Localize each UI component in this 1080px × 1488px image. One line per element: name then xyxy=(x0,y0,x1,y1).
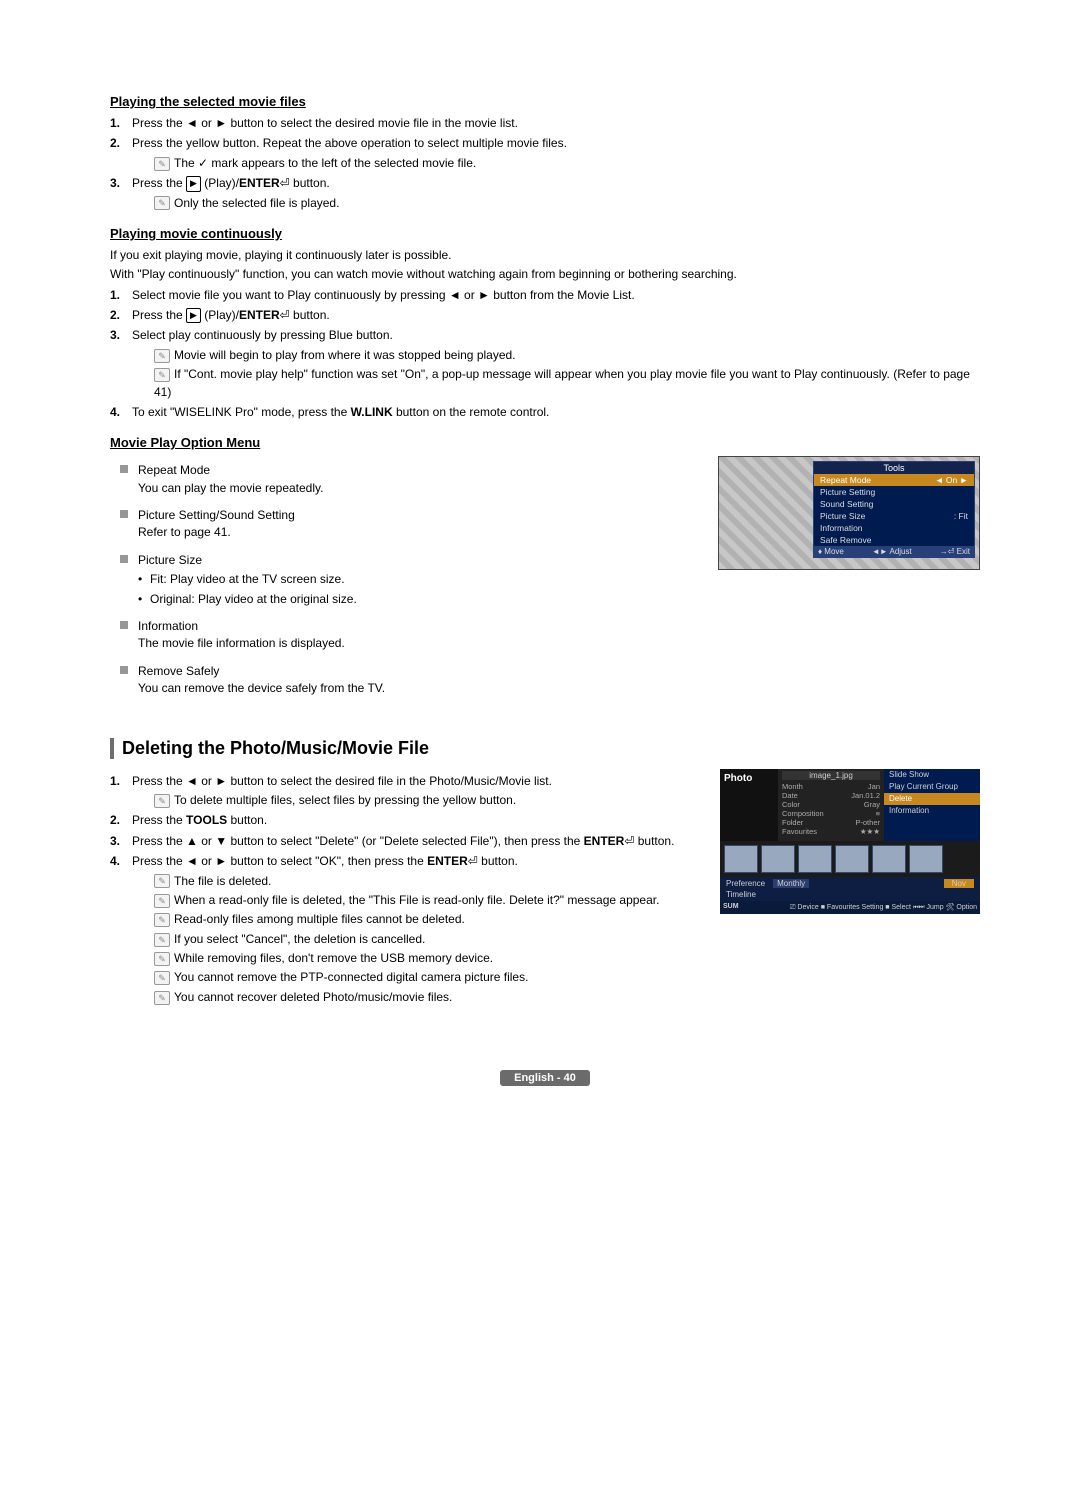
list-continuous: 1.Select movie file you want to Play con… xyxy=(110,287,980,422)
s4-note3: If you select "Cancel", the deletion is … xyxy=(174,932,425,946)
tools-foot-exit: →⏎ Exit xyxy=(940,547,970,556)
note-icon: ✎ xyxy=(154,913,170,927)
note-icon: ✎ xyxy=(154,368,170,382)
s1-sub2: The ✓ mark appears to the left of the se… xyxy=(174,156,476,170)
opt-picset-h: Picture Setting/Sound Setting xyxy=(138,508,295,522)
s4-note0: The file is deleted. xyxy=(174,874,271,888)
tools-foot-adjust: ◄► Adjust xyxy=(872,547,912,556)
opt-picsize-h: Picture Size xyxy=(138,553,202,567)
opt-remove-h: Remove Safely xyxy=(138,664,219,678)
s2-step3: Select play continuously by pressing Blu… xyxy=(132,328,393,342)
menu-playgroup: Play Current Group xyxy=(884,781,980,793)
s4-note4: While removing files, don't remove the U… xyxy=(174,951,493,965)
note-icon: ✎ xyxy=(154,894,170,908)
s1-step3: Press the ▶ (Play)/ENTER⏎ button. xyxy=(132,176,330,190)
tools-row-safe: Safe Remove xyxy=(820,535,872,545)
note-icon: ✎ xyxy=(154,157,170,171)
opt-picsize-orig: Original: Play video at the original siz… xyxy=(138,591,702,608)
photo-side-label: Photo xyxy=(720,769,778,841)
s2-intro1: If you exit playing movie, playing it co… xyxy=(110,247,980,264)
s2-sub3a: Movie will begin to play from where it w… xyxy=(174,348,516,362)
s4-step4: Press the ◄ or ► button to select "OK", … xyxy=(132,854,518,868)
option-menu-list: Repeat Mode You can play the movie repea… xyxy=(110,462,702,697)
tools-row-info: Information xyxy=(820,523,863,533)
s1-step1: Press the ◄ or ► button to select the de… xyxy=(132,116,518,130)
s1-sub3: Only the selected file is played. xyxy=(174,196,339,210)
note-icon: ✎ xyxy=(154,794,170,808)
photo-browser-screenshot: Photo image_1.jpg MonthJan DateJan.01.2 … xyxy=(720,769,980,914)
heading-playing-continuously: Playing movie continuously xyxy=(110,226,980,241)
opt-info-d: The movie file information is displayed. xyxy=(138,636,345,650)
s1-step2: Press the yellow button. Repeat the abov… xyxy=(132,136,567,150)
s4-sub1: To delete multiple files, select files b… xyxy=(174,793,516,807)
s2-step4: To exit "WISELINK Pro" mode, press the W… xyxy=(132,405,549,419)
photo-foot-hints: ⎚ Device ■ Favourites Setting ■ Select ⏮… xyxy=(790,903,977,912)
photo-context-menu: Slide Show Play Current Group Delete Inf… xyxy=(884,769,980,841)
photo-tabs2: Timeline xyxy=(720,890,980,901)
opt-picset-d: Refer to page 41. xyxy=(138,525,231,539)
note-icon: ✎ xyxy=(154,952,170,966)
list-deleting: 1.Press the ◄ or ► button to select the … xyxy=(110,773,704,1007)
opt-remove-d: You can remove the device safely from th… xyxy=(138,681,385,695)
tools-row-picset: Picture Setting xyxy=(820,487,875,497)
s4-step3: Press the ▲ or ▼ button to select "Delet… xyxy=(132,834,674,848)
s4-note2: Read-only files among multiple files can… xyxy=(174,912,465,926)
photo-thumbnails xyxy=(720,841,980,877)
s2-step2: Press the ▶ (Play)/ENTER⏎ button. xyxy=(132,308,330,322)
heading-deleting: Deleting the Photo/Music/Movie File xyxy=(110,738,980,759)
note-icon: ✎ xyxy=(154,874,170,888)
menu-delete: Delete xyxy=(884,793,980,805)
tools-foot-move: ♦ Move xyxy=(818,547,844,556)
photo-tabs: Preference Monthly Nov xyxy=(720,877,980,890)
play-icon: ▶ xyxy=(186,308,201,323)
note-icon: ✎ xyxy=(154,933,170,947)
note-icon: ✎ xyxy=(154,349,170,363)
tools-row-picsize: Picture Size xyxy=(820,511,865,521)
photo-sum: SUM xyxy=(723,903,739,912)
s2-sub3b: If "Cont. movie play help" function was … xyxy=(154,367,970,398)
tools-row-repeat: Repeat Mode xyxy=(820,475,871,485)
s4-note5: You cannot remove the PTP-connected digi… xyxy=(174,970,528,984)
s4-note1: When a read-only file is deleted, the "T… xyxy=(174,893,659,907)
tools-row-soundset: Sound Setting xyxy=(820,499,873,509)
opt-info-h: Information xyxy=(138,619,198,633)
page-footer: English - 40 xyxy=(110,1070,980,1086)
s4-step1: Press the ◄ or ► button to select the de… xyxy=(132,774,552,788)
heading-option-menu: Movie Play Option Menu xyxy=(110,435,980,450)
tools-title: Tools xyxy=(814,462,974,474)
s4-step2: Press the TOOLS button. xyxy=(132,813,267,827)
photo-filename: image_1.jpg xyxy=(782,771,880,780)
tools-menu-screenshot: Tools Repeat Mode◄ On ► Picture Setting … xyxy=(718,456,980,570)
s2-intro2: With "Play continuously" function, you c… xyxy=(110,266,980,283)
heading-playing-selected: Playing the selected movie files xyxy=(110,94,980,109)
opt-repeat-d: You can play the movie repeatedly. xyxy=(138,481,323,495)
note-icon: ✎ xyxy=(154,971,170,985)
note-icon: ✎ xyxy=(154,991,170,1005)
page-number: English - 40 xyxy=(500,1070,590,1086)
note-icon: ✎ xyxy=(154,196,170,210)
opt-repeat-h: Repeat Mode xyxy=(138,463,210,477)
list-playing-selected: 1.Press the ◄ or ► button to select the … xyxy=(110,115,980,212)
s4-note6: You cannot recover deleted Photo/music/m… xyxy=(174,990,452,1004)
play-icon: ▶ xyxy=(186,176,201,191)
opt-picsize-fit: Fit: Play video at the TV screen size. xyxy=(138,571,702,588)
s2-step1: Select movie file you want to Play conti… xyxy=(132,288,635,302)
menu-slideshow: Slide Show xyxy=(884,769,980,781)
menu-information: Information xyxy=(884,805,980,817)
